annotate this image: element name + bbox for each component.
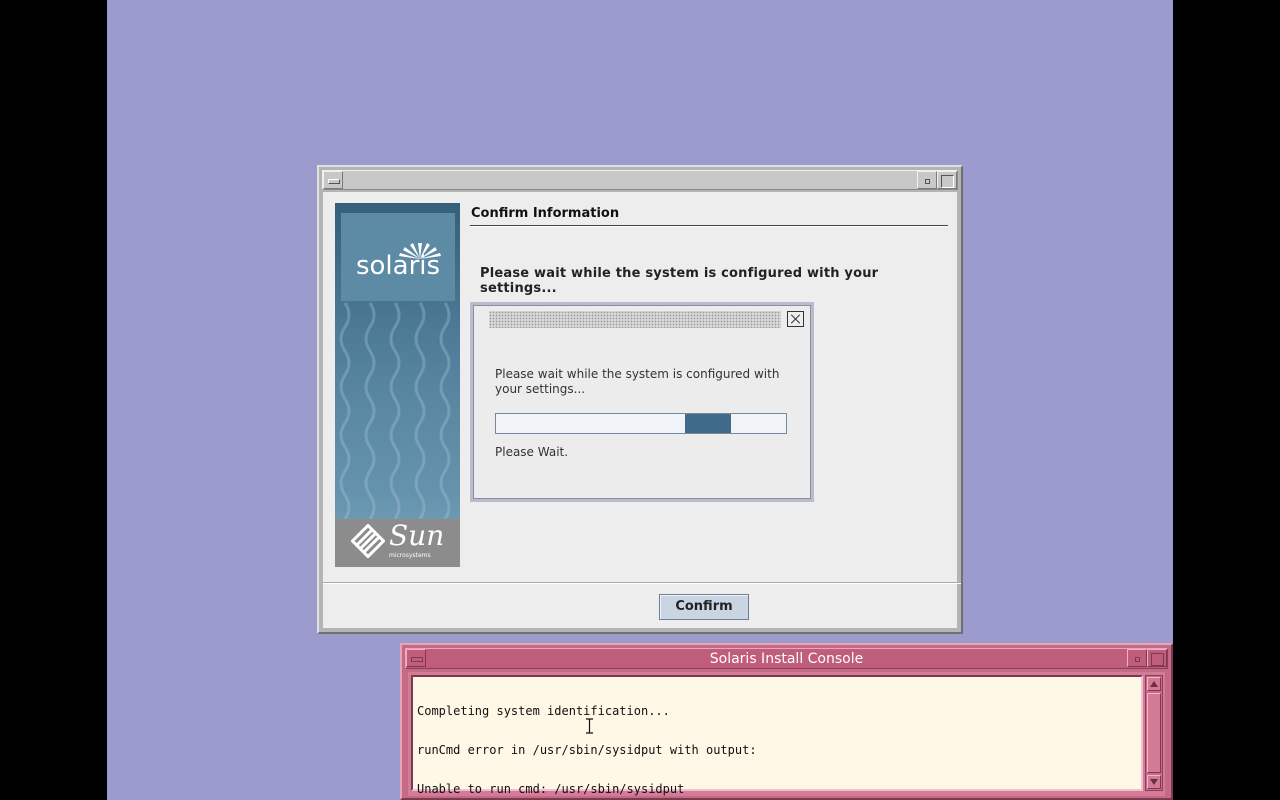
sun-microsystems-logo: Sun microsystems (335, 519, 460, 567)
maximize-button[interactable] (937, 171, 957, 189)
sun-wordmark: Sun (389, 519, 445, 552)
solaris-wordmark: solaris (355, 251, 441, 281)
title-divider (470, 225, 948, 227)
console-title: Solaris Install Console (709, 651, 864, 667)
installer-titlebar[interactable] (322, 170, 958, 190)
console-line: Completing system identification... (417, 704, 670, 718)
scroll-down-arrow-icon[interactable] (1147, 775, 1161, 789)
scroll-thumb[interactable] (1147, 693, 1161, 773)
minimize-button[interactable] (1127, 649, 1147, 667)
progress-dialog-titlebar[interactable] (489, 311, 781, 328)
progress-indicator (685, 414, 731, 433)
console-frame: Completing system identification... runC… (408, 672, 1165, 796)
installer-content: solaris Sun microsystems Confirm Informa… (323, 192, 961, 628)
progress-bar (495, 413, 787, 434)
scroll-up-arrow-icon[interactable] (1147, 677, 1161, 691)
console-line: Unable to run cmd: /usr/sbin/sysidput (417, 782, 685, 796)
console-scrollbar[interactable] (1145, 675, 1163, 791)
console-line: runCmd error in /usr/sbin/sysidput with … (417, 743, 757, 757)
confirm-button[interactable]: Confirm (659, 594, 749, 620)
installer-window: solaris Sun microsystems Confirm Informa… (317, 165, 963, 634)
window-menu-button[interactable] (323, 171, 343, 189)
text-cursor-icon (586, 718, 593, 734)
install-console-window: Solaris Install Console Completing syste… (400, 643, 1173, 800)
button-bar-divider (323, 582, 961, 584)
solaris-brand-panel: solaris Sun microsystems (335, 203, 460, 567)
close-icon[interactable] (787, 311, 804, 327)
wait-label: Please Wait. (495, 445, 569, 459)
console-output[interactable]: Completing system identification... runC… (411, 675, 1143, 796)
maximize-button[interactable] (1147, 649, 1167, 667)
progress-dialog: Please wait while the system is configur… (470, 302, 814, 502)
status-message: Please wait while the system is configur… (480, 266, 879, 296)
page-title: Confirm Information (471, 206, 620, 221)
sun-logo-icon (351, 524, 385, 558)
microsystems-wordmark: microsystems (389, 552, 431, 559)
console-titlebar[interactable]: Solaris Install Console (405, 648, 1168, 669)
minimize-button[interactable] (917, 171, 937, 189)
progress-message: Please wait while the system is configur… (495, 367, 780, 396)
